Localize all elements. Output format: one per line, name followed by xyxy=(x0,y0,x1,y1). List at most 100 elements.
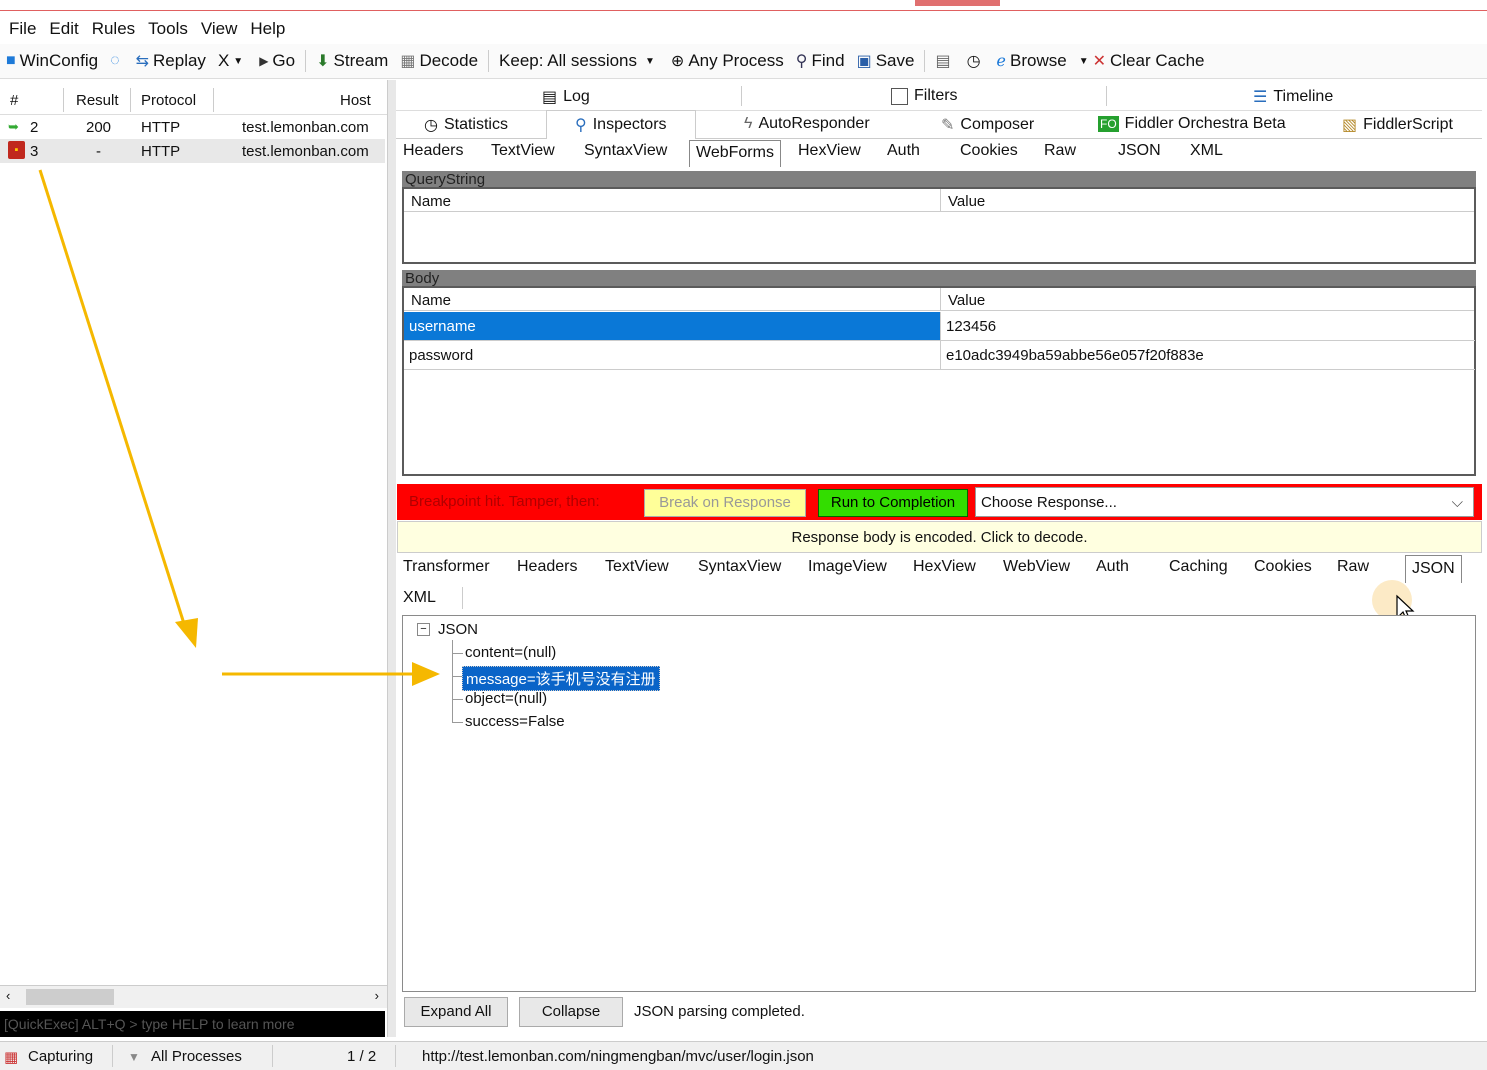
resp-tab-caching[interactable]: Caching xyxy=(1169,558,1228,576)
tree-line xyxy=(452,653,463,654)
body-row-value-cell[interactable]: 123456 xyxy=(940,312,1475,341)
session-row-selected[interactable]: ▪ 3 - HTTP test.lemonban.com xyxy=(0,139,385,163)
body-row-value-cell[interactable]: e10adc3949ba59abbe56e057f20f883e xyxy=(940,341,1475,370)
screenshot-button[interactable]: ▤ xyxy=(935,51,954,71)
window-top-edge xyxy=(0,0,1487,11)
resp-tab-transformer[interactable]: Transformer xyxy=(403,558,490,576)
tab-statistics[interactable]: ◷ Statistics xyxy=(424,115,508,135)
querystring-grid[interactable]: Name Value xyxy=(402,187,1476,264)
req-tab-json[interactable]: JSON xyxy=(1118,142,1161,160)
menu-edit[interactable]: Edit xyxy=(49,19,78,39)
panel-splitter[interactable] xyxy=(387,80,396,1037)
json-root-node[interactable]: JSON xyxy=(438,621,478,638)
json-node[interactable]: success=False xyxy=(465,713,565,730)
expand-all-button[interactable]: Expand All xyxy=(404,997,508,1027)
json-node[interactable]: content=(null) xyxy=(465,644,556,661)
body-row-name-cell-selected[interactable]: username xyxy=(404,312,940,341)
col-id[interactable]: # xyxy=(10,92,18,109)
decode-notice-bar[interactable]: Response body is encoded. Click to decod… xyxy=(397,521,1482,553)
collapse-toggle-icon[interactable]: − xyxy=(417,623,430,636)
menu-help[interactable]: Help xyxy=(250,19,285,39)
filter-icon: ▼ xyxy=(128,1050,140,1064)
session-list-scrollbar[interactable]: ‹ › xyxy=(0,985,387,1008)
process-filter-button[interactable]: ⊕ Any Process xyxy=(671,51,784,71)
resp-tab-cookies[interactable]: Cookies xyxy=(1254,558,1312,576)
quickexec-input[interactable]: [QuickExec] ALT+Q > type HELP to learn m… xyxy=(0,1011,385,1037)
resp-tab-headers[interactable]: Headers xyxy=(517,558,577,576)
body-grid[interactable]: Name Value username 123456 password e10a… xyxy=(402,286,1476,476)
session-count: 1 / 2 xyxy=(347,1048,377,1065)
body-row-name: username xyxy=(409,318,476,335)
choose-response-select[interactable]: Choose Response... ⌵ xyxy=(975,487,1474,517)
tab-composer[interactable]: ✎ Composer xyxy=(941,115,1034,135)
json-tree-view[interactable]: − JSON content=(null) message=该手机号没有注册 o… xyxy=(402,615,1476,992)
col-protocol[interactable]: Protocol xyxy=(141,92,196,109)
collapse-button[interactable]: Collapse xyxy=(519,997,623,1027)
menu-tools[interactable]: Tools xyxy=(148,19,188,39)
resp-tab-raw[interactable]: Raw xyxy=(1337,558,1369,576)
req-tab-auth[interactable]: Auth xyxy=(887,142,920,160)
tab-timeline[interactable]: ☰ Timeline xyxy=(1253,87,1333,107)
winconfig-button[interactable]: ■ WinConfig xyxy=(6,51,98,71)
resp-tab-auth[interactable]: Auth xyxy=(1096,558,1129,576)
resp-tab-webview[interactable]: WebView xyxy=(1003,558,1070,576)
req-tab-raw[interactable]: Raw xyxy=(1044,142,1076,160)
timer-button[interactable]: ◷ xyxy=(967,51,985,71)
resp-tab-syntaxview[interactable]: SyntaxView xyxy=(698,558,781,576)
tab-filters[interactable]: Filters xyxy=(891,87,958,105)
binoculars-icon: ⚲ xyxy=(795,53,808,70)
session-row[interactable]: ➥ 2 200 HTTP test.lemonban.com xyxy=(0,115,385,139)
process-filter[interactable]: All Processes xyxy=(151,1048,242,1065)
status-bar: ▦ Capturing ▼ All Processes 1 / 2 http:/… xyxy=(0,1041,1487,1070)
req-tab-syntaxview[interactable]: SyntaxView xyxy=(584,142,667,160)
breakpoint-icon: ▪ xyxy=(8,141,25,159)
stream-button[interactable]: ⬇ Stream xyxy=(316,51,388,71)
break-on-response-button[interactable]: Break on Response xyxy=(644,489,806,517)
remove-button[interactable]: X ▼ xyxy=(218,51,247,71)
menu-view[interactable]: View xyxy=(201,19,238,39)
req-tab-headers[interactable]: Headers xyxy=(403,142,463,160)
req-tab-textview[interactable]: TextView xyxy=(491,142,555,160)
title-mark xyxy=(915,0,1000,6)
resp-tab-json[interactable]: JSON xyxy=(1405,555,1462,583)
tab-fiddlerscript[interactable]: ▧ FiddlerScript xyxy=(1342,115,1453,135)
find-button[interactable]: ⚲ Find xyxy=(796,51,845,71)
req-tab-cookies[interactable]: Cookies xyxy=(960,142,1018,160)
dropdown-arrow-icon: ▼ xyxy=(1078,55,1089,67)
go-button[interactable]: ▶ Go xyxy=(259,51,295,71)
menu-file[interactable]: File xyxy=(9,19,36,39)
tab-inspectors[interactable]: ⚲ Inspectors xyxy=(546,110,696,139)
resp-tab-xml[interactable]: XML xyxy=(403,589,436,607)
body-row-value: e10adc3949ba59abbe56e057f20f883e xyxy=(946,347,1204,364)
scrollbar-thumb[interactable] xyxy=(26,989,114,1005)
menu-rules[interactable]: Rules xyxy=(92,19,135,39)
winconfig-label: WinConfig xyxy=(19,51,99,70)
tab-autoresponder[interactable]: ϟ AutoResponder xyxy=(744,115,870,133)
save-button[interactable]: ▣ Save xyxy=(857,51,915,71)
resp-tab-hexview[interactable]: HexView xyxy=(913,558,976,576)
req-tab-xml[interactable]: XML xyxy=(1190,142,1223,160)
col-result[interactable]: Result xyxy=(76,92,119,109)
run-to-completion-button[interactable]: Run to Completion xyxy=(818,489,968,517)
req-tab-hexview[interactable]: HexView xyxy=(798,142,861,160)
json-node[interactable]: object=(null) xyxy=(465,690,547,707)
resp-tab-imageview[interactable]: ImageView xyxy=(808,558,887,576)
stream-label: Stream xyxy=(333,51,389,70)
tab-log[interactable]: ▤ Log xyxy=(542,87,590,107)
col-host[interactable]: Host xyxy=(340,92,371,109)
comment-button[interactable]: ◌ xyxy=(110,52,124,70)
body-row-name-cell[interactable]: password xyxy=(404,341,940,370)
tab-orchestra[interactable]: FO Fiddler Orchestra Beta xyxy=(1098,115,1286,133)
resp-tab-textview[interactable]: TextView xyxy=(605,558,669,576)
decode-button[interactable]: ▦ Decode xyxy=(400,51,478,71)
json-node-selected[interactable]: message=该手机号没有注册 xyxy=(462,666,660,691)
scroll-left-icon[interactable]: ‹ xyxy=(6,988,10,1003)
replay-button[interactable]: ⇆ Replay xyxy=(136,51,206,71)
capturing-toggle[interactable]: Capturing xyxy=(28,1048,93,1065)
keep-sessions-dropdown[interactable]: Keep: All sessions ▼ xyxy=(499,51,659,71)
browse-button[interactable]: ℯ Browse xyxy=(997,51,1067,71)
req-tab-webforms[interactable]: WebForms xyxy=(689,140,781,167)
chevron-down-icon: ⌵ xyxy=(1451,494,1463,511)
scroll-right-icon[interactable]: › xyxy=(375,988,379,1003)
clear-cache-button[interactable]: ▼ ✕ Clear Cache xyxy=(1079,51,1205,71)
